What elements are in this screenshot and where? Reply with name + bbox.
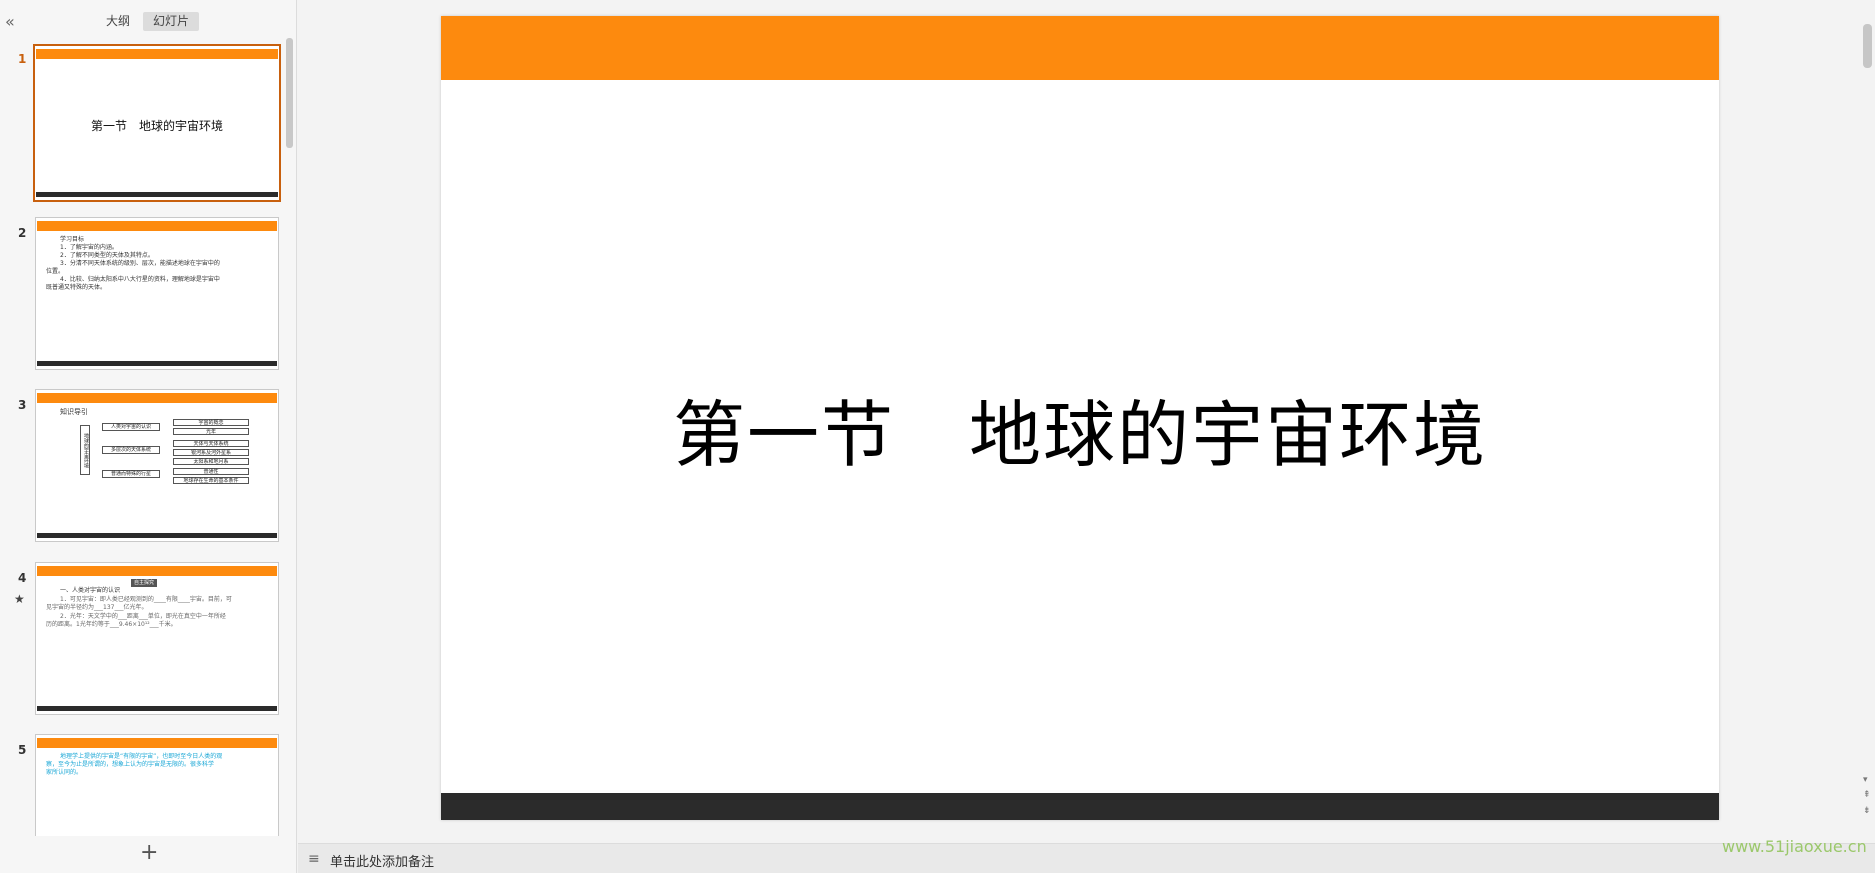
thumbnail-text-line: 2．了解不同类型的天体及其特点。 (60, 252, 154, 259)
collapse-panel-icon[interactable]: « (5, 12, 15, 31)
scroll-up-icon[interactable]: ▾ (1863, 775, 1868, 785)
thumbnail-top-bar (36, 49, 278, 59)
animation-star-icon: ★ (14, 592, 25, 606)
thumbnail-section-header: 自主探究 (131, 579, 158, 587)
thumbnail-text-line: 历的距离。1光年约等于___9.46×10¹²___千米。 (46, 621, 177, 628)
thumbnail-text-line: 1．了解宇宙的内涵。 (60, 244, 118, 251)
thumbnail-scrollbar[interactable] (286, 38, 293, 148)
thumbnail-bottom-bar (37, 361, 277, 366)
thumbnail-text-line: 既普通又特殊的天体。 (46, 284, 107, 291)
diagram-leaf-box: 地球存在生命的基本条件 (173, 477, 249, 484)
thumbnail-number: 2 (18, 226, 27, 240)
watermark: www.51jiaoxue.cn (1722, 837, 1867, 856)
thumbnail-text-line: 见宇宙的半径约为___137___亿光年。 (46, 604, 148, 611)
thumbnail-top-bar (37, 738, 277, 748)
diagram-leaf-box: 天体与天体系统 (173, 440, 249, 447)
thumbnail-text-line: 家所认同的。 (46, 769, 83, 776)
slide-thumbnail-2[interactable]: 学习目标 1．了解宇宙的内涵。 2．了解不同类型的天体及其特点。 3．分清不同天… (35, 217, 279, 370)
diagram-branch-box: 人类对宇宙的认识 (102, 423, 160, 431)
thumbnail-text-line: 1．可见宇宙：即人类已经观测到的____有限____宇宙。目前，可 (60, 596, 232, 603)
thumbnail-text-line: 一、人类对宇宙的认识 (60, 587, 121, 594)
diagram-branch-box: 多层次的天体系统 (102, 446, 160, 454)
thumbnail-top-bar (37, 393, 277, 403)
editor-scrollbar[interactable] (1863, 24, 1872, 68)
thumbnail-bottom-bar (36, 192, 278, 197)
notes-bar: ≡ 单击此处添加备注 (298, 843, 1875, 873)
thumbnail-number: 3 (18, 398, 27, 412)
tab-slides[interactable]: 幻灯片 (143, 12, 200, 31)
slide-canvas[interactable]: 第一节 地球的宇宙环境 (441, 16, 1719, 820)
next-slide-icon[interactable]: ⇟ (1863, 806, 1871, 816)
slide-thumbnail-4[interactable]: 自主探究 一、人类对宇宙的认识 1．可见宇宙：即人类已经观测到的____有限__… (35, 562, 279, 715)
thumbnail-text-line: 位置。 (46, 268, 65, 275)
thumbnail-text-line: 学习目标 (60, 236, 85, 243)
diagram-connector (89, 429, 90, 474)
thumbnail-bottom-bar (37, 706, 277, 711)
thumbnail-title: 第一节 地球的宇宙环境 (90, 119, 223, 133)
thumbnail-bottom-bar (37, 533, 277, 538)
diagram-leaf-box: 光年 (173, 428, 249, 435)
diagram-leaf-box: 普通性 (173, 468, 249, 475)
slide-panel: « 大纲 幻灯片 1 第一节 地球的宇宙环境 2 学习目标 1．了解宇宙的内涵。… (0, 0, 297, 873)
thumbnail-top-bar (37, 221, 277, 231)
thumbnail-heading: 知识导引 (60, 408, 88, 416)
diagram-leaf-box: 太阳系和地月系 (173, 458, 249, 465)
thumbnail-number: 4 (18, 571, 27, 585)
thumbnail-text-line: 地理学上提供的宇宙是“有限的宇宙”，也即时至今日人类的观 (60, 753, 223, 760)
diagram-leaf-box: 宇宙的概念 (173, 419, 249, 426)
slide-thumbnail-1[interactable]: 第一节 地球的宇宙环境 (33, 44, 281, 202)
slide-bottom-bar (441, 793, 1719, 820)
slide-thumbnail-5[interactable]: 地理学上提供的宇宙是“有限的宇宙”，也即时至今日人类的观 察，至今为止是所谓的，… (35, 734, 279, 836)
tab-outline[interactable]: 大纲 (96, 12, 140, 31)
thumbnail-top-bar (37, 566, 277, 576)
thumbnail-number: 5 (18, 743, 27, 757)
notes-input[interactable]: 单击此处添加备注 (330, 851, 434, 870)
slide-thumbnail-3[interactable]: 知识导引 地球的宇宙环境 人类对宇宙的认识 多层次的天体系统 普通而特殊的行星 … (35, 389, 279, 542)
thumbnail-text-line: 4．比较、归纳太阳系中八大行星的资料，理解地球是宇宙中 (60, 276, 220, 283)
previous-slide-icon[interactable]: ⇞ (1863, 790, 1871, 800)
thumbnail-list: 1 第一节 地球的宇宙环境 2 学习目标 1．了解宇宙的内涵。 2．了解不同类型… (0, 36, 290, 836)
thumbnail-number: 1 (18, 52, 27, 66)
notes-icon: ≡ (308, 851, 320, 867)
thumbnail-text-line: 3．分清不同天体系统的级别、层次，能描述地球在宇宙中的 (60, 260, 220, 267)
slide-top-bar (441, 16, 1719, 80)
thumbnail-text-line: 察，至今为止是所谓的，想象上认为的宇宙是无限的。很多科学 (46, 761, 215, 768)
slide-title[interactable]: 第一节 地球的宇宙环境 (441, 376, 1719, 481)
diagram-leaf-box: 银河系及河外星系 (173, 449, 249, 456)
add-slide-icon[interactable]: + (140, 842, 158, 864)
diagram-branch-box: 普通而特殊的行星 (102, 470, 160, 478)
thumbnail-text-line: 2．光年：天文学中的___距离___单位，即光在真空中一年所经 (60, 613, 226, 620)
